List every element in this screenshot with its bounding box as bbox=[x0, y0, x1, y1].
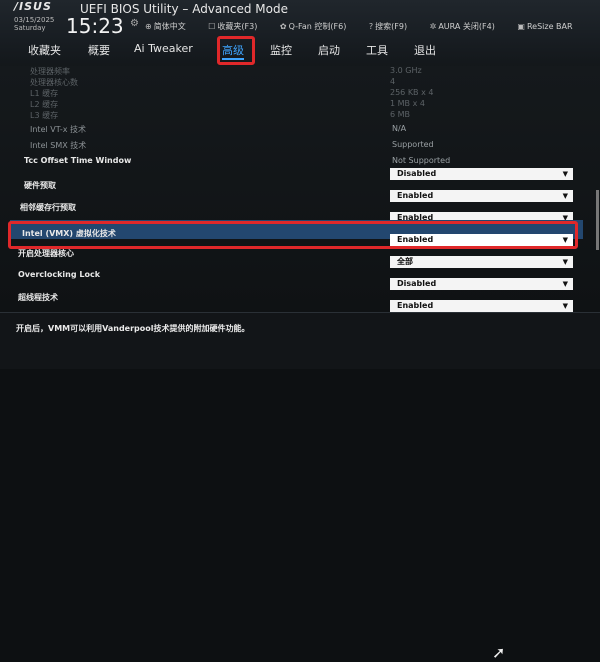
ghost-value: 6 MB bbox=[390, 110, 411, 119]
tab-tool[interactable]: 工具 bbox=[366, 42, 388, 58]
settings-panel: 处理器频率 3.0 GHz 处理器核心数 4 L1 缓存 256 KB x 4 … bbox=[0, 66, 600, 312]
chevron-down-icon: ▼ bbox=[562, 192, 568, 200]
hyperthreading-select[interactable]: Enabled ▼ bbox=[390, 300, 573, 312]
tab-boot[interactable]: 启动 bbox=[318, 42, 340, 58]
fan-icon: ✿ bbox=[279, 22, 287, 31]
help-panel: 开启后，VMM可以利用Vanderpool技术提供的附加硬件功能。 ➚ bbox=[0, 312, 600, 662]
star-icon: ☐ bbox=[208, 22, 216, 31]
chevron-down-icon: ▼ bbox=[562, 170, 568, 178]
toolbar: ⊕ 简体中文 ☐ 收藏夹(F3) ✿ Q-Fan 控制(F6) ? 搜索(F9) ✲ AU… bbox=[145, 21, 593, 32]
ghost-value: 1 MB x 4 bbox=[390, 99, 425, 108]
tcc-label: Tcc Offset Time Window bbox=[24, 156, 132, 165]
bar-icon: ▣ bbox=[517, 22, 525, 31]
search-button[interactable]: ? 搜索(F9) bbox=[369, 22, 417, 31]
core-enable-label: 开启处理器核心 bbox=[18, 249, 74, 258]
oc-lock-label: Overclocking Lock bbox=[18, 270, 101, 279]
aura-button[interactable]: ✲ AURA 关闭(F4) bbox=[430, 22, 505, 31]
header-bar: /ISUS UEFI BIOS Utility – Advanced Mode … bbox=[0, 0, 600, 68]
vtx-value: N/A bbox=[392, 124, 407, 133]
smx-label: Intel SMX 技术 bbox=[30, 141, 87, 150]
annotation-box-tab bbox=[217, 36, 255, 65]
smx-value: Supported bbox=[392, 140, 434, 149]
aura-icon: ✲ bbox=[429, 22, 437, 31]
ghost-label: 处理器频率 bbox=[30, 67, 70, 76]
annotation-box-vmx bbox=[8, 221, 578, 249]
tcc-value: Not Supported bbox=[392, 156, 451, 165]
language-button[interactable]: ⊕ 简体中文 bbox=[145, 22, 196, 31]
main-tabs: 收藏夹 概要 Ai Tweaker 高级 监控 启动 工具 退出 bbox=[0, 40, 600, 66]
tab-monitor[interactable]: 监控 bbox=[270, 42, 292, 58]
hyperthreading-label: 超线程技术 bbox=[18, 293, 58, 302]
core-enable-select[interactable]: 全部 ▼ bbox=[390, 256, 573, 268]
ghost-label: L2 缓存 bbox=[30, 100, 59, 109]
hw-prefetch-label: 硬件预取 bbox=[24, 181, 56, 190]
adjacent-prefetch-select[interactable]: Enabled ▼ bbox=[390, 190, 573, 202]
vtx-label: Intel VT-x 技术 bbox=[30, 125, 87, 134]
tab-favorites[interactable]: 收藏夹 bbox=[28, 42, 61, 58]
date-display: 03/15/2025 Saturday bbox=[14, 16, 54, 32]
ghost-label: L3 缓存 bbox=[30, 111, 59, 120]
chevron-down-icon: ▼ bbox=[562, 302, 568, 310]
favorites-button[interactable]: ☐ 收藏夹(F3) bbox=[208, 22, 267, 31]
asus-logo: /ISUS bbox=[14, 0, 52, 13]
gear-icon[interactable]: ⚙ bbox=[130, 18, 139, 29]
help-text: 开启后，VMM可以利用Vanderpool技术提供的附加硬件功能。 bbox=[16, 324, 250, 333]
oc-lock-select[interactable]: Disabled ▼ bbox=[390, 278, 573, 290]
resize-bar-button[interactable]: ▣ ReSize BAR bbox=[517, 22, 582, 31]
globe-icon: ⊕ bbox=[145, 22, 152, 31]
ghost-value: 4 bbox=[390, 77, 396, 86]
tab-overview[interactable]: 概要 bbox=[88, 42, 110, 58]
chevron-down-icon: ▼ bbox=[562, 258, 568, 266]
search-icon: ? bbox=[368, 22, 374, 31]
ghost-value: 256 KB x 4 bbox=[390, 88, 434, 97]
scrollbar[interactable] bbox=[596, 190, 599, 250]
clock: 15:23 bbox=[66, 14, 124, 38]
mouse-cursor-icon: ➚ bbox=[492, 643, 506, 662]
ghost-value: 3.0 GHz bbox=[390, 66, 422, 75]
tab-ai-tweaker[interactable]: Ai Tweaker bbox=[134, 42, 193, 55]
chevron-down-icon: ▼ bbox=[562, 280, 568, 288]
date-text: 03/15/2025 bbox=[14, 16, 55, 24]
tab-exit[interactable]: 退出 bbox=[414, 42, 436, 58]
adjacent-prefetch-label: 相邻缓存行预取 bbox=[20, 203, 76, 212]
qfan-button[interactable]: ✿ Q-Fan 控制(F6) bbox=[280, 22, 356, 31]
hw-prefetch-select[interactable]: Disabled ▼ bbox=[390, 168, 573, 180]
ghost-label: 处理器核心数 bbox=[30, 78, 78, 87]
weekday-text: Saturday bbox=[14, 24, 46, 32]
ghost-label: L1 缓存 bbox=[30, 89, 59, 98]
